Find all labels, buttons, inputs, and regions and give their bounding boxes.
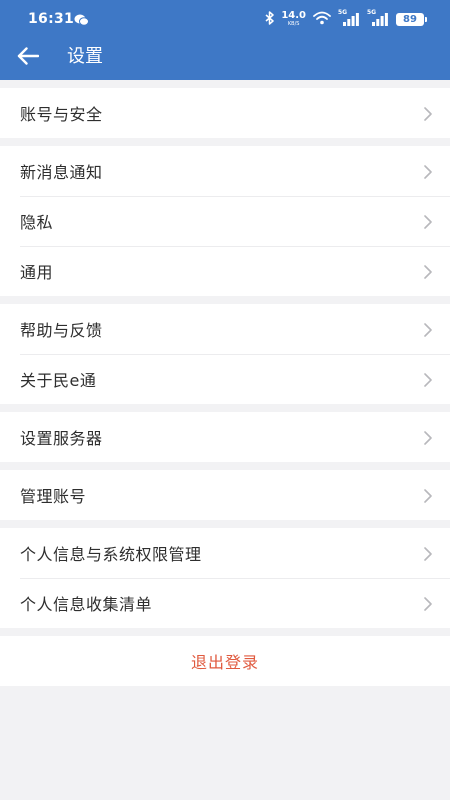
- back-button[interactable]: [10, 40, 46, 76]
- status-time: 16:31: [28, 11, 75, 27]
- chevron-right-icon: [424, 164, 432, 179]
- chevron-right-icon: [424, 106, 432, 121]
- settings-item-label: 管理账号: [20, 487, 87, 506]
- net-speed-value: 14.0: [281, 9, 306, 21]
- settings-item-label: 账号与安全: [20, 105, 103, 124]
- settings-item-notifications[interactable]: 新消息通知: [0, 146, 450, 196]
- net-speed-indicator: 14.0 KB/S: [281, 9, 306, 27]
- arrow-left-icon: [17, 47, 40, 69]
- status-bar: 16:31 14.0 KB/S 5G 5G 89: [0, 0, 450, 38]
- settings-item-label: 关于民e通: [20, 371, 97, 390]
- settings-item-info-collection-list[interactable]: 个人信息收集清单: [0, 578, 450, 628]
- settings-item-label: 个人信息与系统权限管理: [20, 545, 202, 564]
- settings-group-manage-accounts: 管理账号: [0, 470, 450, 520]
- logout-button[interactable]: 退出登录: [0, 636, 450, 686]
- title-bar: 设置: [0, 38, 450, 80]
- battery-icon: 89: [396, 12, 427, 26]
- settings-list: 账号与安全 新消息通知 隐私 通用 帮助与反馈 关于民e通 设置服务器 管理账号…: [0, 80, 450, 686]
- logout-label: 退出登录: [190, 653, 259, 672]
- settings-item-general[interactable]: 通用: [0, 246, 450, 296]
- chevron-right-icon: [424, 372, 432, 387]
- chevron-right-icon: [424, 322, 432, 337]
- wifi-icon: [313, 10, 331, 29]
- settings-item-manage-accounts[interactable]: 管理账号: [0, 470, 450, 520]
- chevron-right-icon: [424, 214, 432, 229]
- chevron-right-icon: [424, 488, 432, 503]
- settings-item-account-security[interactable]: 账号与安全: [0, 88, 450, 138]
- bluetooth-icon: [265, 10, 275, 29]
- net-speed-unit: KB/S: [287, 20, 300, 27]
- settings-item-about[interactable]: 关于民e通: [0, 354, 450, 404]
- chevron-right-icon: [424, 264, 432, 279]
- chevron-right-icon: [424, 546, 432, 561]
- logout-group: 退出登录: [0, 636, 450, 686]
- page-title: 设置: [67, 46, 103, 67]
- settings-group-account: 账号与安全: [0, 88, 450, 138]
- settings-group-general: 新消息通知 隐私 通用: [0, 146, 450, 296]
- settings-item-label: 隐私: [20, 213, 54, 232]
- settings-group-help: 帮助与反馈 关于民e通: [0, 304, 450, 404]
- signal-icon: 5G: [338, 10, 360, 27]
- settings-item-label: 通用: [20, 263, 54, 282]
- settings-item-label: 个人信息收集清单: [20, 595, 153, 614]
- settings-item-help-feedback[interactable]: 帮助与反馈: [0, 304, 450, 354]
- settings-item-label: 新消息通知: [20, 163, 103, 182]
- chevron-right-icon: [424, 430, 432, 445]
- settings-item-privacy[interactable]: 隐私: [0, 196, 450, 246]
- settings-item-permissions[interactable]: 个人信息与系统权限管理: [0, 528, 450, 578]
- settings-item-label: 设置服务器: [20, 429, 103, 448]
- settings-item-label: 帮助与反馈: [20, 321, 103, 340]
- settings-group-server: 设置服务器: [0, 412, 450, 462]
- chat-bubbles-icon: [74, 12, 89, 26]
- chevron-right-icon: [424, 596, 432, 611]
- settings-group-personal-info: 个人信息与系统权限管理 个人信息收集清单: [0, 528, 450, 628]
- settings-item-server[interactable]: 设置服务器: [0, 412, 450, 462]
- app-header: 16:31 14.0 KB/S 5G 5G 89 设置: [0, 0, 450, 80]
- status-icons: 14.0 KB/S 5G 5G 89: [265, 9, 427, 29]
- signal-icon: 5G: [367, 10, 389, 27]
